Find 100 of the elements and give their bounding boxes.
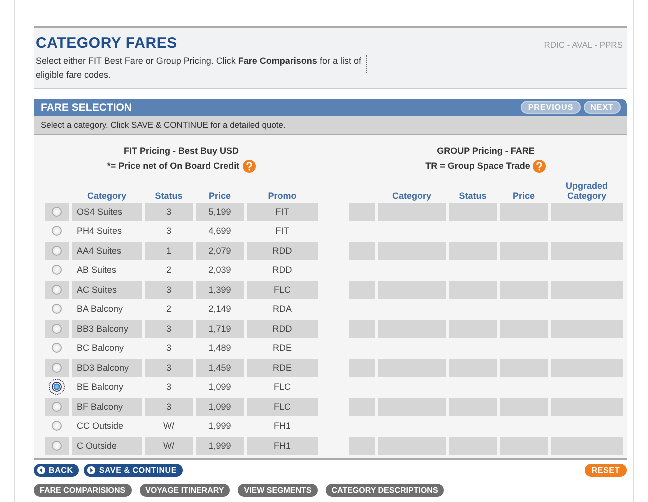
table-cell: 3 — [145, 359, 193, 376]
table-cell: 3 — [145, 398, 193, 416]
empty-cell — [500, 242, 548, 260]
empty-cell — [349, 320, 375, 338]
table-cell-text: RDD — [272, 264, 294, 278]
instruction-text: Select a category. Click SAVE & CONTINUE for a detailed quote. — [34, 116, 627, 135]
empty-cell — [349, 398, 375, 416]
radio-button[interactable] — [52, 421, 62, 432]
radio-button[interactable] — [52, 206, 62, 217]
empty-cell — [551, 437, 623, 454]
help-icon[interactable] — [533, 160, 546, 173]
table-cell-text: RDA — [272, 303, 293, 316]
column-header: Price — [512, 190, 536, 201]
empty-cell — [551, 398, 623, 416]
link-button[interactable]: FARE COMPARISIONS — [34, 484, 132, 497]
radio-button[interactable] — [52, 246, 62, 256]
empty-cell — [500, 281, 548, 298]
empty-cell — [449, 437, 497, 454]
empty-cell — [349, 437, 375, 454]
empty-cell — [378, 398, 446, 416]
radio-button[interactable] — [52, 304, 62, 314]
radio-button[interactable] — [52, 362, 62, 373]
fit-pricing-title: FIT Pricing - Best Buy USD — [124, 145, 239, 158]
radio-button[interactable] — [52, 402, 62, 412]
radio-button[interactable] — [52, 324, 62, 334]
table-cell: 1,399 — [196, 281, 244, 298]
group-pricing-title: GROUP Pricing - FARE — [437, 145, 535, 158]
empty-cell — [449, 203, 497, 220]
table-cell: 5,199 — [196, 203, 244, 220]
table-cell: AC Suites — [72, 281, 142, 298]
description-text: Select either FIT Best Fare or Group Pricing. Click Fare Comparisons for a list of eligible fare codes. — [36, 55, 362, 82]
table-cell-text: 1,099 — [208, 381, 232, 394]
help-icon[interactable] — [242, 160, 256, 173]
panel-title: FARE SELECTION — [41, 102, 132, 114]
table-cell: 3 — [145, 281, 193, 298]
empty-cell — [349, 203, 375, 220]
table-cell: W/ — [145, 437, 193, 454]
table-cell-text: AB Suites — [76, 264, 118, 278]
table-cell-text: 2,039 — [208, 264, 232, 278]
empty-cell — [349, 242, 375, 260]
empty-cell — [551, 320, 623, 338]
link-button[interactable]: VOYAGE ITINERARY — [140, 484, 230, 497]
table-cell: 1 — [145, 242, 193, 260]
table-cell-text: 2 — [165, 303, 172, 316]
column-header: Category — [391, 190, 432, 201]
table-cell: 2,079 — [196, 242, 244, 260]
table-cell-text: 3 — [165, 225, 172, 238]
table-cell: 3 — [145, 320, 193, 338]
column-header: Price — [208, 190, 232, 201]
reset-button[interactable]: RESET — [584, 464, 627, 477]
table-cell: 1,459 — [196, 359, 244, 376]
table-cell: AA4 Suites — [72, 242, 142, 260]
table-cell-text: 2,149 — [208, 303, 232, 316]
table-cell-text: FH1 — [272, 420, 292, 434]
radio-button[interactable] — [52, 226, 62, 236]
table-cell-text: RDE — [272, 342, 293, 356]
radio-button[interactable] — [52, 284, 62, 295]
table-cell-text: CC Outside — [76, 420, 125, 434]
table-cell: C Outside — [72, 437, 142, 454]
table-cell-text: 1,999 — [208, 420, 232, 434]
empty-cell — [551, 203, 623, 220]
link-button[interactable]: CATEGORY DESCRIPTIONS — [326, 484, 444, 497]
table-cell-text: W/ — [162, 420, 176, 434]
table-cell: RDD — [247, 320, 318, 338]
page-title: CATEGORY FARES — [36, 35, 178, 52]
column-header: Category — [86, 190, 128, 201]
empty-cell — [500, 203, 548, 220]
table-cell: FH1 — [247, 437, 318, 454]
empty-cell — [551, 242, 623, 260]
table-cell-text: BE Balcony — [76, 381, 125, 394]
table-cell-text: 2 — [165, 264, 172, 278]
empty-cell — [349, 281, 375, 298]
trade-note: TR = Group Space Trade — [426, 160, 530, 173]
table-cell: BB3 Balcony — [72, 320, 142, 338]
table-cell: OS4 Suites — [72, 203, 142, 220]
table-cell: RDD — [247, 242, 318, 260]
empty-cell — [449, 242, 497, 260]
table-cell: FIT — [247, 203, 318, 220]
table-cell: FLC — [247, 398, 318, 416]
table-cell: BF Balcony — [72, 398, 142, 416]
radio-button[interactable] — [52, 265, 62, 276]
empty-cell — [378, 281, 446, 298]
link-button[interactable]: VIEW SEGMENTS — [238, 484, 318, 497]
radio-button[interactable] — [52, 440, 62, 451]
save-continue-button[interactable]: SAVE & CONTINUE — [84, 464, 184, 477]
table-cell-text: 3 — [165, 381, 172, 394]
radio-button[interactable] — [52, 343, 62, 354]
table-cell: FLC — [247, 281, 318, 298]
table-cell-text: BA Balcony — [76, 303, 124, 316]
column-header: Upgraded Category — [564, 180, 609, 201]
table-cell-text: FIT — [274, 225, 290, 238]
empty-cell — [500, 437, 548, 454]
empty-cell — [449, 320, 497, 338]
table-cell-text: 3 — [165, 342, 172, 356]
empty-cell — [449, 359, 497, 376]
table-cell: 1,999 — [196, 437, 244, 454]
empty-cell — [378, 242, 446, 260]
radio-button[interactable] — [52, 382, 62, 392]
back-button[interactable]: BACK — [34, 464, 80, 477]
table-cell: RDE — [247, 359, 318, 376]
